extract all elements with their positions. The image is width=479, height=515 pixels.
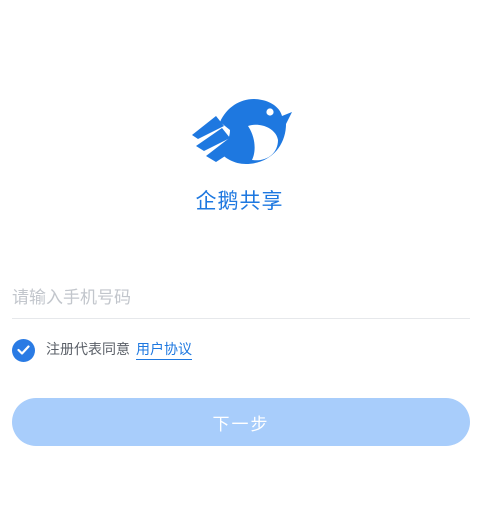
agreement-prefix-text: 注册代表同意 [46, 342, 130, 358]
logo-eye [266, 108, 274, 116]
next-step-button[interactable]: 下一步 [12, 398, 470, 446]
phone-number-input[interactable] [12, 280, 468, 316]
checkmark-icon [17, 345, 30, 355]
user-agreement-link[interactable]: 用户协议 [136, 341, 192, 360]
input-divider [12, 318, 470, 319]
app-name: 企鹅共享 [195, 189, 284, 213]
agreement-checkbox[interactable] [12, 338, 35, 362]
agreement-row: 注册代表同意 用户协议 [12, 338, 192, 362]
app-logo-icon [192, 98, 292, 164]
